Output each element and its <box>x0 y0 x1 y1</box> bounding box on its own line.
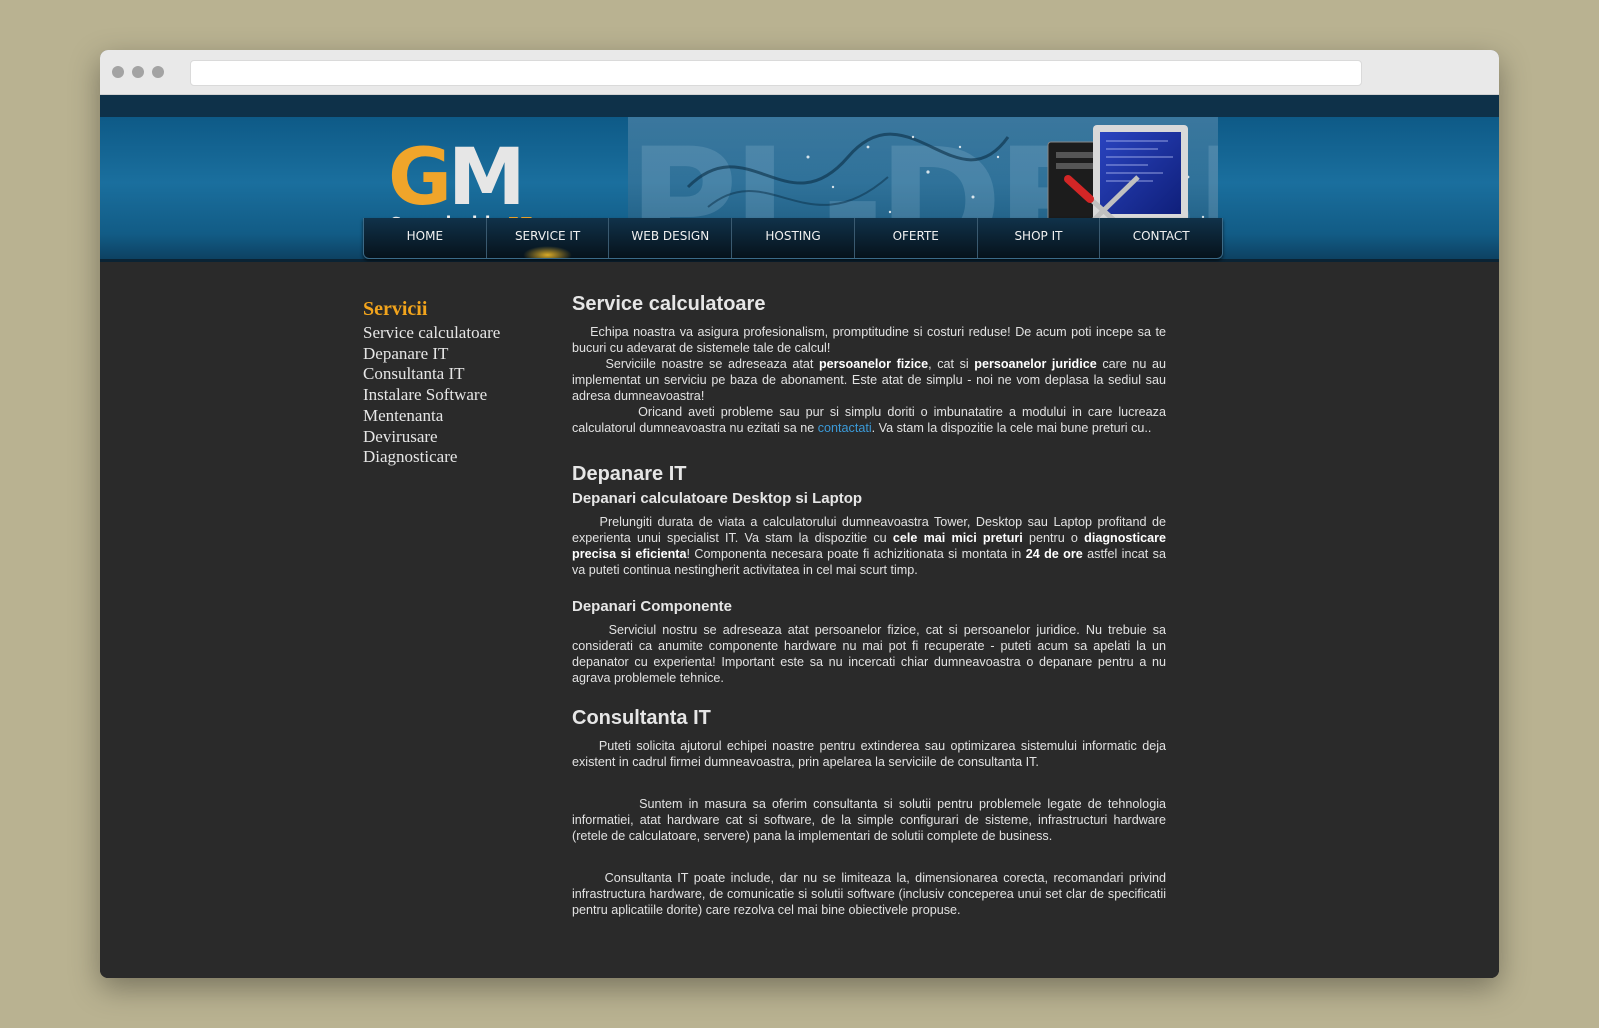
top-strip <box>100 95 1499 117</box>
main-navigation: HOME SERVICE IT WEB DESIGN HOSTING OFERT… <box>363 218 1223 259</box>
section-title-depanare-it: Depanare IT <box>572 463 687 485</box>
subsection-title-componente: Depanari Componente <box>572 598 733 615</box>
sidebar-item-service-calculatoare[interactable]: Service calculatoare <box>363 323 553 344</box>
subsection-title-desktop-laptop: Depanari calculatoare Desktop si Laptop <box>572 490 863 507</box>
nav-service-it[interactable]: SERVICE IT <box>487 218 610 258</box>
sidebar-item-depanare-it[interactable]: Depanare IT <box>363 344 553 365</box>
paragraph: Serviciile noastre se adreseaza atat per… <box>572 357 1166 403</box>
paragraph: Suntem in masura sa oferim consultanta s… <box>572 797 1166 843</box>
section-title-consultanta-it: Consultanta IT <box>572 707 711 729</box>
paragraph: Prelungiti durata de viata a calculatoru… <box>572 515 1167 577</box>
paragraph: Puteti solicita ajutorul echipei noastre… <box>572 739 1167 769</box>
sidebar-title: Servicii <box>363 298 428 320</box>
paragraph: Echipa noastra va asigura profesionalism… <box>572 325 1166 355</box>
sidebar-item-diagnosticare[interactable]: Diagnosticare <box>363 447 553 468</box>
nav-web-design[interactable]: WEB DESIGN <box>609 218 733 258</box>
window-close-dot[interactable] <box>112 66 124 78</box>
sidebar-item-instalare-software[interactable]: Instalare Software <box>363 385 553 406</box>
address-bar[interactable] <box>190 60 1362 86</box>
contact-link[interactable]: contactati <box>818 421 872 435</box>
nav-contact[interactable]: CONTACT <box>1100 218 1222 258</box>
nav-hosting[interactable]: HOSTING <box>732 218 855 258</box>
sidebar-item-mentenanta[interactable]: Mentenanta <box>363 406 553 427</box>
nav-oferte[interactable]: OFERTE <box>855 218 978 258</box>
logo-letters: GM <box>388 133 526 223</box>
services-sidebar: Servicii Service calculatoare Depanare I… <box>363 298 553 468</box>
browser-window: GM Servicii IT PL-DESIGN <box>100 50 1499 978</box>
window-minimize-dot[interactable] <box>132 66 144 78</box>
paragraph: Consultanta IT poate include, dar nu se … <box>572 871 1167 917</box>
sidebar-item-consultanta-it[interactable]: Consultanta IT <box>363 364 553 385</box>
section-title-service-calculatoare: Service calculatoare <box>572 293 766 315</box>
main-article: Service calculatoare Echipa noastra va a… <box>572 292 1166 918</box>
nav-shop-it[interactable]: SHOP IT <box>978 218 1101 258</box>
window-maximize-dot[interactable] <box>152 66 164 78</box>
paragraph: Oricand aveti probleme sau pur si simplu… <box>572 405 1166 435</box>
page-content: Servicii Service calculatoare Depanare I… <box>100 262 1499 978</box>
browser-toolbar <box>100 50 1499 95</box>
sidebar-item-devirusare[interactable]: Devirusare <box>363 427 553 448</box>
nav-home[interactable]: HOME <box>364 218 487 258</box>
paragraph: Serviciul nostru se adreseaza atat perso… <box>572 623 1166 685</box>
